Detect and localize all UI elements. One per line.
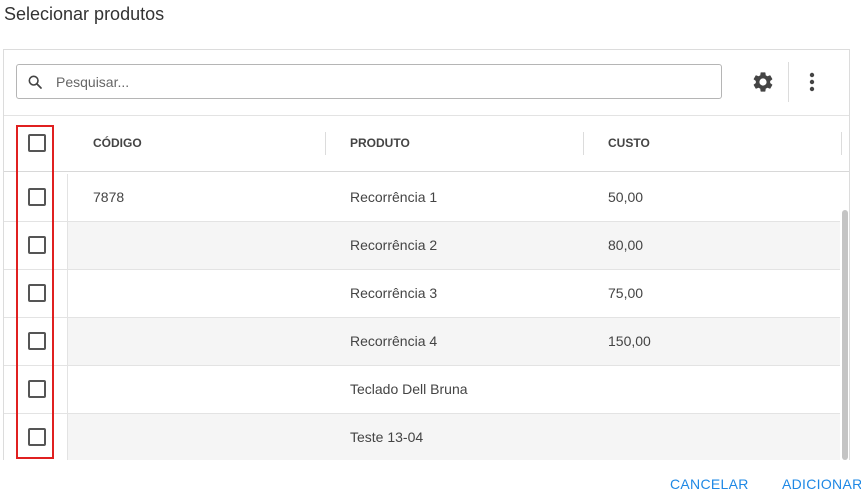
- select-all-checkbox[interactable]: [28, 134, 46, 152]
- cell-product: Teclado Dell Bruna: [350, 381, 468, 397]
- column-header-code[interactable]: CÓDIGO: [93, 116, 142, 171]
- column-divider[interactable]: [583, 132, 584, 155]
- table-row[interactable]: Recorrência 4 150,00: [4, 318, 840, 366]
- header-divider: [4, 171, 849, 172]
- cell-cost: 80,00: [608, 237, 644, 253]
- cell-product: Recorrência 4: [350, 333, 438, 349]
- table-row[interactable]: Teclado Dell Bruna: [4, 366, 840, 414]
- cell-code: 7878: [93, 189, 125, 205]
- table-row[interactable]: 7878 Recorrência 1 50,00: [4, 174, 840, 222]
- cancel-button[interactable]: CANCELAR: [670, 476, 749, 492]
- more-vert-icon[interactable]: [802, 70, 822, 94]
- row-checkbox[interactable]: [28, 380, 46, 398]
- cell-cost: 50,00: [608, 189, 644, 205]
- cell-cost: 75,00: [608, 285, 644, 301]
- row-checkbox[interactable]: [28, 284, 46, 302]
- cell-product: Teste 13-04: [350, 429, 424, 445]
- cell-product: Recorrência 1: [350, 189, 438, 205]
- table-body: 7878 Recorrência 1 50,00 Recorrência 2 8…: [4, 174, 840, 460]
- table-row[interactable]: Recorrência 3 75,00: [4, 270, 840, 318]
- column-divider[interactable]: [841, 132, 842, 155]
- column-header-product[interactable]: PRODUTO: [350, 116, 410, 171]
- row-checkbox[interactable]: [28, 188, 46, 206]
- dialog-title: Selecionar produtos: [4, 4, 165, 24]
- vertical-scrollbar[interactable]: [842, 210, 848, 460]
- gear-icon[interactable]: [751, 70, 775, 94]
- search-icon: [28, 75, 42, 89]
- table-header: CÓDIGO PRODUTO CUSTO: [4, 116, 849, 171]
- row-checkbox[interactable]: [28, 428, 46, 446]
- row-checkbox[interactable]: [28, 332, 46, 350]
- column-divider[interactable]: [325, 132, 326, 155]
- table-row[interactable]: Recorrência 2 80,00: [4, 222, 840, 270]
- products-panel: CÓDIGO PRODUTO CUSTO 7878 Recorrência 1 …: [3, 49, 850, 460]
- column-header-cost[interactable]: CUSTO: [608, 116, 650, 171]
- table-row[interactable]: Teste 13-04: [4, 414, 840, 460]
- cell-product: Recorrência 2: [350, 237, 438, 253]
- search-input[interactable]: [56, 65, 706, 98]
- add-button[interactable]: ADICIONAR: [782, 476, 861, 492]
- row-checkbox[interactable]: [28, 236, 46, 254]
- cell-product: Recorrência 3: [350, 285, 438, 301]
- cell-cost: 150,00: [608, 333, 651, 349]
- search-box[interactable]: [16, 64, 722, 99]
- toolbar-divider: [788, 62, 789, 102]
